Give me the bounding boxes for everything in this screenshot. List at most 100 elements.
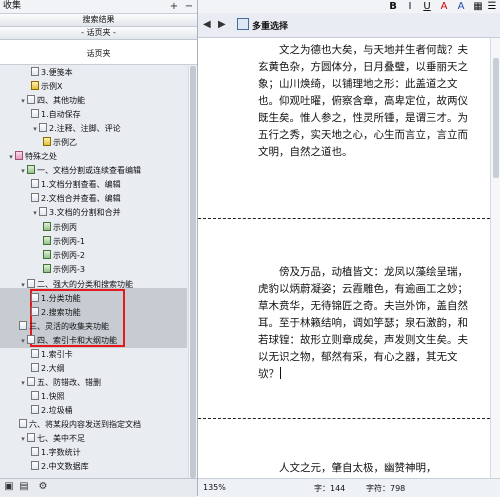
- expand-twisty-icon[interactable]: ▾: [19, 279, 27, 292]
- collection-title: 收集: [3, 1, 22, 11]
- note-icon: [43, 137, 51, 146]
- document-icon: [237, 18, 249, 30]
- tree-row-merge-view[interactable]: 2.文档合并查看、编辑: [31, 192, 121, 205]
- document-icon: [27, 377, 35, 386]
- note-icon: [43, 250, 51, 259]
- expand-twisty-icon[interactable]: ▾: [19, 433, 27, 446]
- document-separator-2: [198, 418, 490, 419]
- italic-button[interactable]: I: [402, 0, 418, 13]
- document-icon: [39, 207, 47, 216]
- minus-icon[interactable]: −: [182, 0, 196, 13]
- expand-twisty-icon[interactable]: ▾: [31, 207, 39, 220]
- document-icon: [31, 307, 39, 316]
- binder-scroll-thumb[interactable]: [190, 66, 196, 478]
- binder-scrollbar[interactable]: [188, 66, 197, 478]
- document-paragraph-3[interactable]: 人文之元，肇自太极，幽赞神明，: [258, 460, 471, 477]
- tree-row-example-c3[interactable]: 示例丙-3: [43, 263, 85, 276]
- add-icon[interactable]: +: [167, 0, 181, 13]
- tree-row-error-protection[interactable]: ▾ 五、防错改、错删: [19, 376, 101, 389]
- document-icon: [31, 179, 39, 188]
- expand-twisty-icon[interactable]: ▾: [7, 151, 15, 164]
- document-icon: [31, 349, 39, 358]
- highlight-button[interactable]: A: [453, 0, 469, 13]
- document-icon: [27, 279, 35, 288]
- tree-row-document-split[interactable]: ▾ 一、文档分割或连续查看编辑: [19, 164, 141, 177]
- forward-icon[interactable]: ▶: [218, 19, 226, 30]
- document-icon: [39, 123, 47, 132]
- tree-row-example-b[interactable]: 示例乙: [43, 136, 77, 149]
- tree-row-example-c1[interactable]: 示例丙-1: [43, 235, 85, 248]
- binder-tree: 3.便笺本 示例X ▾ 四、其他功能 1.自动保存 ▾ 2.注释、注脚、评论 示例乙…: [0, 66, 187, 478]
- document-icon[interactable]: ▣: [3, 481, 15, 493]
- text-cursor: [280, 367, 281, 379]
- tree-row-other-functions[interactable]: ▾ 四、其他功能: [19, 94, 85, 107]
- expand-twisty-icon[interactable]: ▾: [19, 95, 27, 108]
- folder-icon: [15, 151, 23, 160]
- zoom-level[interactable]: 135%: [203, 483, 226, 492]
- table-icon[interactable]: ▦: [471, 0, 485, 13]
- tree-row-split-merge[interactable]: ▾ 3.文档的分割和合并: [31, 206, 121, 219]
- tree-row-trash[interactable]: 2.垃圾桶: [31, 404, 73, 417]
- status-bar: 135% 字：144 字符：798: [198, 478, 500, 497]
- document-separator-1: [198, 218, 490, 219]
- document-icon: [31, 461, 39, 470]
- editor-scrollbar[interactable]: [490, 38, 500, 478]
- document-icon: [27, 165, 35, 174]
- bold-button[interactable]: B: [385, 0, 401, 13]
- binder-panel: 收集 + − 搜索结果 - 话页夹 - 话页夹 3.便笺本 示例X ▾ 四、其他功…: [0, 0, 198, 497]
- folder-icon[interactable]: ▤: [18, 481, 30, 493]
- document-icon: [31, 109, 39, 118]
- tree-row-imperfections[interactable]: ▾ 七、美中不足: [19, 432, 85, 445]
- editor-scroll-thumb[interactable]: [493, 58, 499, 178]
- tree-row-index-cards[interactable]: 1.索引卡: [31, 348, 73, 361]
- tree-row-collections[interactable]: 三、灵活的收集夹功能: [19, 320, 109, 333]
- editor-panel: I B U A A ▦ ☰ ◀ ▶ 多重选择 文之为德也大矣，与天地并生者何哉？…: [198, 0, 500, 497]
- document-icon: [31, 363, 39, 372]
- multi-selection-editor[interactable]: 文之为德也大矣，与天地并生者何哉？夫玄黄色杂，方圆体分，日月叠璧，以垂丽天之象；…: [198, 38, 490, 478]
- tree-row-special[interactable]: ▾ 特殊之处: [7, 150, 57, 163]
- document-icon: [31, 405, 39, 414]
- search-results-header: 搜索结果: [0, 14, 197, 27]
- tree-row-classification[interactable]: 1.分类功能: [31, 292, 81, 305]
- tree-row-annotations[interactable]: ▾ 2.注释、注脚、评论: [31, 122, 121, 135]
- expand-twisty-icon[interactable]: ▾: [19, 377, 27, 390]
- tree-row-chinese-database[interactable]: 2.中文数据库: [31, 460, 89, 473]
- tree-row-search-features[interactable]: ▾ 二、强大的分类和搜索功能: [19, 278, 133, 291]
- text-color-button[interactable]: A: [436, 0, 452, 13]
- binder-bottom-toolbar: ▣ ▤ ⚙: [0, 478, 197, 497]
- note-icon: [43, 264, 51, 273]
- document-icon: [31, 67, 39, 76]
- underline-button[interactable]: U: [419, 0, 435, 13]
- document-icon: [27, 95, 35, 104]
- gear-icon[interactable]: ⚙: [37, 481, 49, 493]
- tree-row-example-x[interactable]: 示例X: [31, 80, 62, 93]
- document-icon: [31, 293, 39, 302]
- tree-row-split-view[interactable]: 1.文档分割查看、编辑: [31, 178, 121, 191]
- expand-twisty-icon[interactable]: ▾: [19, 165, 27, 178]
- list-icon[interactable]: ☰: [486, 0, 498, 13]
- word-count: 字：144: [314, 484, 346, 493]
- document-paragraph-1[interactable]: 文之为德也大矣，与天地并生者何哉？夫玄黄色杂，方圆体分，日月叠璧，以垂丽天之象；…: [258, 42, 471, 161]
- back-icon[interactable]: ◀: [203, 19, 211, 30]
- document-icon: [27, 433, 35, 442]
- character-count: 字符：798: [366, 484, 406, 493]
- tree-row-index-outline[interactable]: ▾ 四、索引卡和大纲功能: [19, 334, 117, 347]
- document-paragraph-2[interactable]: 傍及万品，动植皆文：龙凤以藻绘呈瑞，虎豹以炳蔚凝姿；云霞雕色，有逾画工之妙；草木…: [258, 264, 471, 383]
- tree-row-3-memo[interactable]: 3.便笺本: [31, 66, 73, 79]
- note-icon: [31, 81, 39, 90]
- page-folder-tab[interactable]: 话页夹: [0, 48, 197, 59]
- binder-tab-strip: 话页夹: [0, 40, 197, 65]
- expand-twisty-icon[interactable]: ▾: [19, 335, 27, 348]
- document-icon: [19, 321, 27, 330]
- tree-row-auto-save[interactable]: 1.自动保存: [31, 108, 81, 121]
- tree-row-word-count[interactable]: 1.字数统计: [31, 446, 81, 459]
- tree-row-snapshots[interactable]: 1.快照: [31, 390, 65, 403]
- tree-row-send-to-document[interactable]: 六、将某段内容发送到指定文档: [19, 418, 141, 431]
- document-icon: [31, 391, 39, 400]
- expand-twisty-icon[interactable]: ▾: [31, 123, 39, 136]
- tree-row-search[interactable]: 2.搜索功能: [31, 306, 81, 319]
- tree-row-example-c[interactable]: 示例丙: [43, 221, 77, 234]
- tree-row-example-c2[interactable]: 示例丙-2: [43, 249, 85, 262]
- document-icon: [31, 447, 39, 456]
- tree-row-outline[interactable]: 2.大纲: [31, 362, 65, 375]
